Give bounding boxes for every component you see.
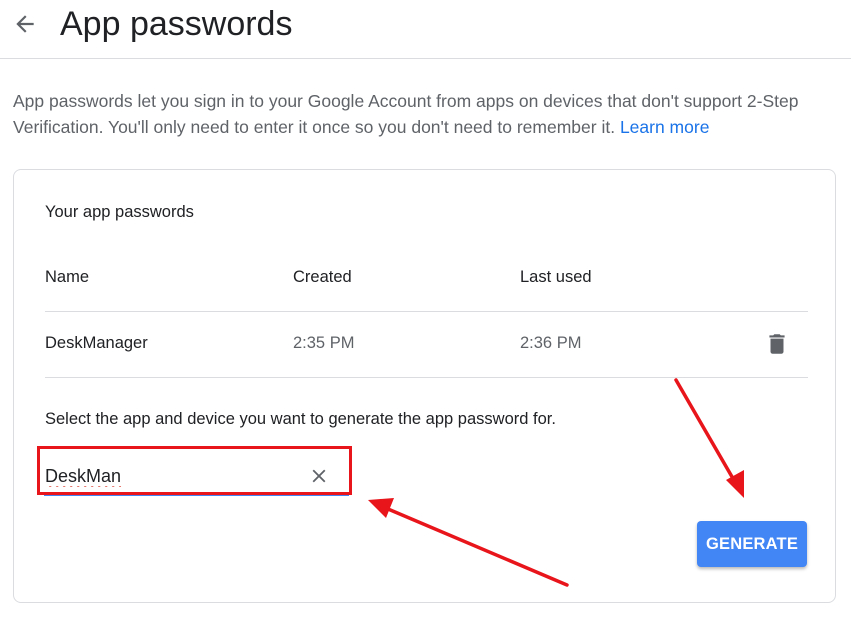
arrow-back-icon [16,15,34,33]
table-row-divider [45,377,808,378]
generate-button[interactable]: GENERATE [697,521,807,567]
page-header: App passwords [0,0,851,59]
intro-text: App passwords let you sign in to your Go… [13,88,843,140]
column-header-created: Created [293,268,352,286]
back-button[interactable] [10,9,40,39]
clear-input-button[interactable] [306,463,332,489]
section-title: Your app passwords [45,203,194,221]
app-name-field [44,460,349,496]
column-header-name: Name [45,268,90,286]
row-created: 2:35 PM [293,334,355,352]
row-last-used: 2:36 PM [520,334,582,352]
row-name: DeskManager [45,334,148,352]
page-title: App passwords [60,5,293,43]
delete-password-button[interactable] [764,330,790,358]
generate-prompt: Select the app and device you want to ge… [45,410,556,428]
learn-more-link[interactable]: Learn more [620,117,710,137]
app-passwords-card: Your app passwords Name Created Last use… [13,169,836,603]
close-icon [312,469,326,483]
app-name-input[interactable] [45,462,295,490]
trash-icon [769,334,785,354]
table-header-divider [45,311,808,312]
column-header-last-used: Last used [520,268,592,286]
